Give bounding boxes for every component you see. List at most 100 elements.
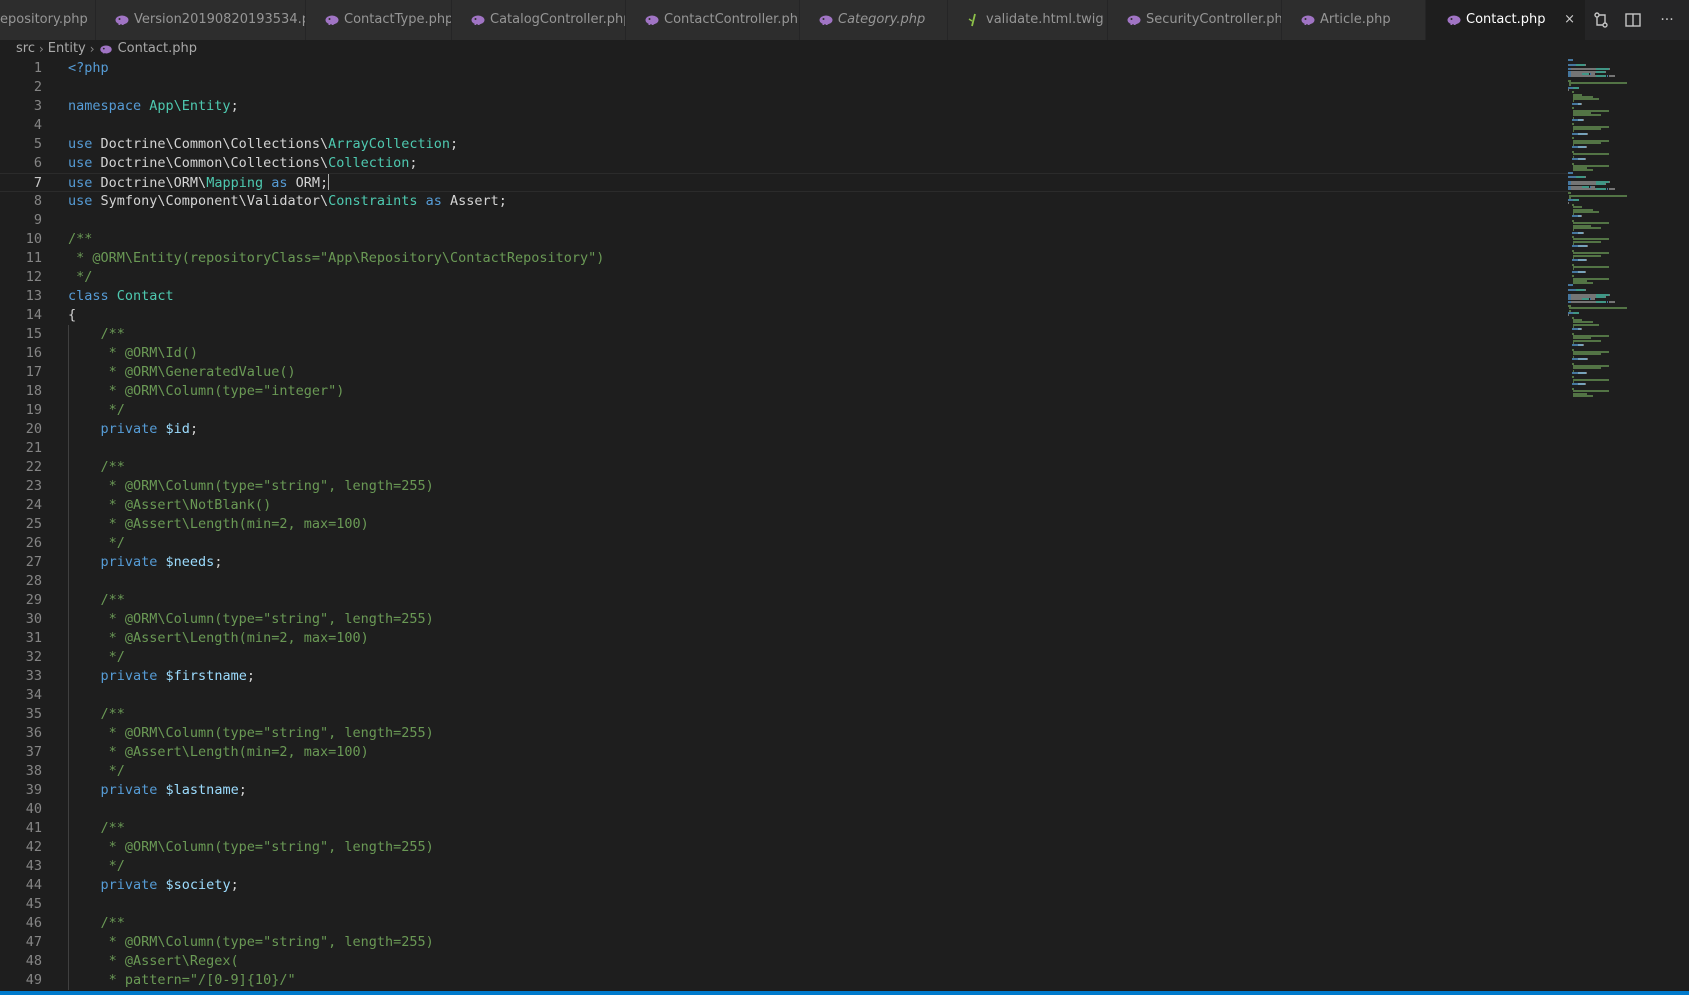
- tab-epository-php[interactable]: epository.php: [0, 0, 96, 40]
- line-number: 32: [25, 649, 42, 665]
- code-line[interactable]: 28: [0, 572, 1570, 591]
- minimap-line: [1572, 254, 1602, 257]
- tab-contact-php[interactable]: Contact.php ×: [1426, 0, 1586, 40]
- code-token: * @ORM\GeneratedValue(): [68, 364, 296, 380]
- code-line[interactable]: 37 * @Assert\Length(min=2, max=100): [0, 743, 1570, 762]
- code-line[interactable]: 6 use Doctrine\Common\Collections\Collect…: [0, 154, 1570, 173]
- code-line[interactable]: 32 */: [0, 648, 1570, 667]
- code-line[interactable]: 13 class Contact: [0, 287, 1570, 306]
- code-line[interactable]: 9: [0, 211, 1570, 230]
- code-line[interactable]: 46 /**: [0, 914, 1570, 933]
- code-line[interactable]: 44 private $society;: [0, 876, 1570, 895]
- code-line[interactable]: 42 * @ORM\Column(type="string", length=2…: [0, 838, 1570, 857]
- breadcrumb-entity[interactable]: Entity: [48, 38, 86, 60]
- line-content: /**: [68, 458, 125, 477]
- code-line[interactable]: 22 /**: [0, 458, 1570, 477]
- tab-contacttype-php[interactable]: ContactType.php: [306, 0, 452, 40]
- code-line[interactable]: 10 /**: [0, 230, 1570, 249]
- code-line[interactable]: 25 * @Assert\Length(min=2, max=100): [0, 515, 1570, 534]
- code-line[interactable]: 41 /**: [0, 819, 1570, 838]
- code-line[interactable]: 26 */: [0, 534, 1570, 553]
- code-line[interactable]: 35 /**: [0, 705, 1570, 724]
- code-token: $society: [165, 877, 231, 893]
- code-token: /**: [68, 592, 125, 608]
- tab-version20190820193534-php[interactable]: Version20190820193534.php: [96, 0, 306, 40]
- minimap-line: [1609, 180, 1611, 183]
- code-line[interactable]: 8 use Symfony\Component\Validator\Constra…: [0, 192, 1570, 211]
- code-line[interactable]: 3 namespace App\Entity;: [0, 97, 1570, 116]
- code-line[interactable]: 15 /**: [0, 325, 1570, 344]
- more-actions-icon[interactable]: ···: [1657, 10, 1677, 30]
- minimap-line: [1572, 312, 1579, 314]
- code-line[interactable]: 40: [0, 800, 1570, 819]
- code-line[interactable]: 17 * @ORM\GeneratedValue(): [0, 363, 1570, 382]
- minimap-line: [1568, 171, 1573, 174]
- code-line[interactable]: 24 * @Assert\NotBlank(): [0, 496, 1570, 515]
- line-number: 39: [25, 782, 42, 798]
- tab-catalogcontroller-php[interactable]: CatalogController.php: [452, 0, 626, 40]
- code-line[interactable]: 12 */: [0, 268, 1570, 287]
- breadcrumb-src[interactable]: src: [16, 38, 35, 60]
- code-line[interactable]: 33 private $firstname;: [0, 667, 1570, 686]
- code-line[interactable]: 18 * @ORM\Column(type="integer"): [0, 382, 1570, 401]
- code-line[interactable]: 14 {: [0, 306, 1570, 325]
- line-number: 30: [25, 611, 42, 627]
- line-content: * @ORM\Column(type="string", length=255): [68, 838, 434, 857]
- twig-icon: [968, 13, 976, 27]
- code-line[interactable]: 38 */: [0, 762, 1570, 781]
- minimap[interactable]: [1568, 59, 1678, 399]
- line-content: class Contact: [68, 287, 174, 306]
- line-number: 40: [25, 801, 42, 817]
- line-number: 46: [25, 915, 42, 931]
- code-line[interactable]: 47 * @ORM\Column(type="string", length=2…: [0, 933, 1570, 952]
- code-line[interactable]: 4: [0, 116, 1570, 135]
- code-token: Collection: [328, 155, 410, 171]
- tab-category-php[interactable]: Category.php: [800, 0, 948, 40]
- code-line[interactable]: 2: [0, 78, 1570, 97]
- code-line[interactable]: 19 */: [0, 401, 1570, 420]
- minimap-line: [1568, 284, 1573, 287]
- code-line[interactable]: 7 use Doctrine\ORM\Mapping as ORM;: [0, 173, 1570, 192]
- code-token: * @Assert\Regex(: [68, 953, 239, 969]
- tab-article-php[interactable]: Article.php: [1282, 0, 1426, 40]
- code-token: * @Assert\NotBlank(): [68, 497, 272, 513]
- code-line[interactable]: 20 private $id;: [0, 420, 1570, 439]
- code-line[interactable]: 36 * @ORM\Column(type="string", length=2…: [0, 724, 1570, 743]
- code-line[interactable]: 16 * @ORM\Id(): [0, 344, 1570, 363]
- minimap-line: [1572, 141, 1602, 144]
- tab-securitycontroller-php[interactable]: SecurityController.php: [1108, 0, 1282, 40]
- code-line[interactable]: 30 * @ORM\Column(type="string", length=2…: [0, 610, 1570, 629]
- tab-label: ContactType.php: [344, 12, 452, 27]
- close-icon[interactable]: ×: [1564, 0, 1575, 40]
- code-line[interactable]: 1 <?php: [0, 59, 1570, 78]
- minimap-line: [1568, 59, 1573, 61]
- code-line[interactable]: 49 * pattern="/[0-9]{10}/": [0, 971, 1570, 990]
- code-line[interactable]: 45: [0, 895, 1570, 914]
- code-line[interactable]: 31 * @Assert\Length(min=2, max=100): [0, 629, 1570, 648]
- open-changes-icon[interactable]: [1591, 10, 1611, 30]
- code-editor[interactable]: 1 <?php 2 3 namespace App\Entity; 4 5 use Doctr…: [0, 59, 1689, 991]
- tab-validate-html-twig[interactable]: validate.html.twig: [948, 0, 1108, 40]
- minimap-line: [1577, 157, 1586, 160]
- code-line[interactable]: 43 */: [0, 857, 1570, 876]
- line-number: 3: [33, 98, 42, 114]
- code-line[interactable]: 27 private $needs;: [0, 553, 1570, 572]
- line-number: 16: [25, 345, 42, 361]
- code-line[interactable]: 11 * @ORM\Entity(repositoryClass="App\Re…: [0, 249, 1570, 268]
- code-line[interactable]: 21: [0, 439, 1570, 458]
- minimap-line: [1572, 86, 1579, 89]
- code-line[interactable]: 23 * @ORM\Column(type="string", length=2…: [0, 477, 1570, 496]
- code-line[interactable]: 29 /**: [0, 591, 1570, 610]
- code-line[interactable]: 5 use Doctrine\Common\Collections\ArrayCo…: [0, 135, 1570, 154]
- code-line[interactable]: 39 private $lastname;: [0, 781, 1570, 800]
- line-content: use Doctrine\Common\Collections\Collecti…: [68, 154, 418, 173]
- code-line[interactable]: 48 * @Assert\Regex(: [0, 952, 1570, 971]
- code-line[interactable]: 34: [0, 686, 1570, 705]
- minimap-line: [1586, 358, 1588, 360]
- tab-label: Contact.php: [1466, 12, 1546, 27]
- breadcrumb-file[interactable]: Contact.php: [118, 38, 197, 60]
- tab-contactcontroller-php[interactable]: ContactController.php: [626, 0, 800, 40]
- line-content: use Doctrine\ORM\Mapping as ORM;: [68, 174, 330, 193]
- line-content: * @ORM\Column(type="string", length=255): [68, 610, 434, 629]
- split-editor-icon[interactable]: [1623, 10, 1643, 30]
